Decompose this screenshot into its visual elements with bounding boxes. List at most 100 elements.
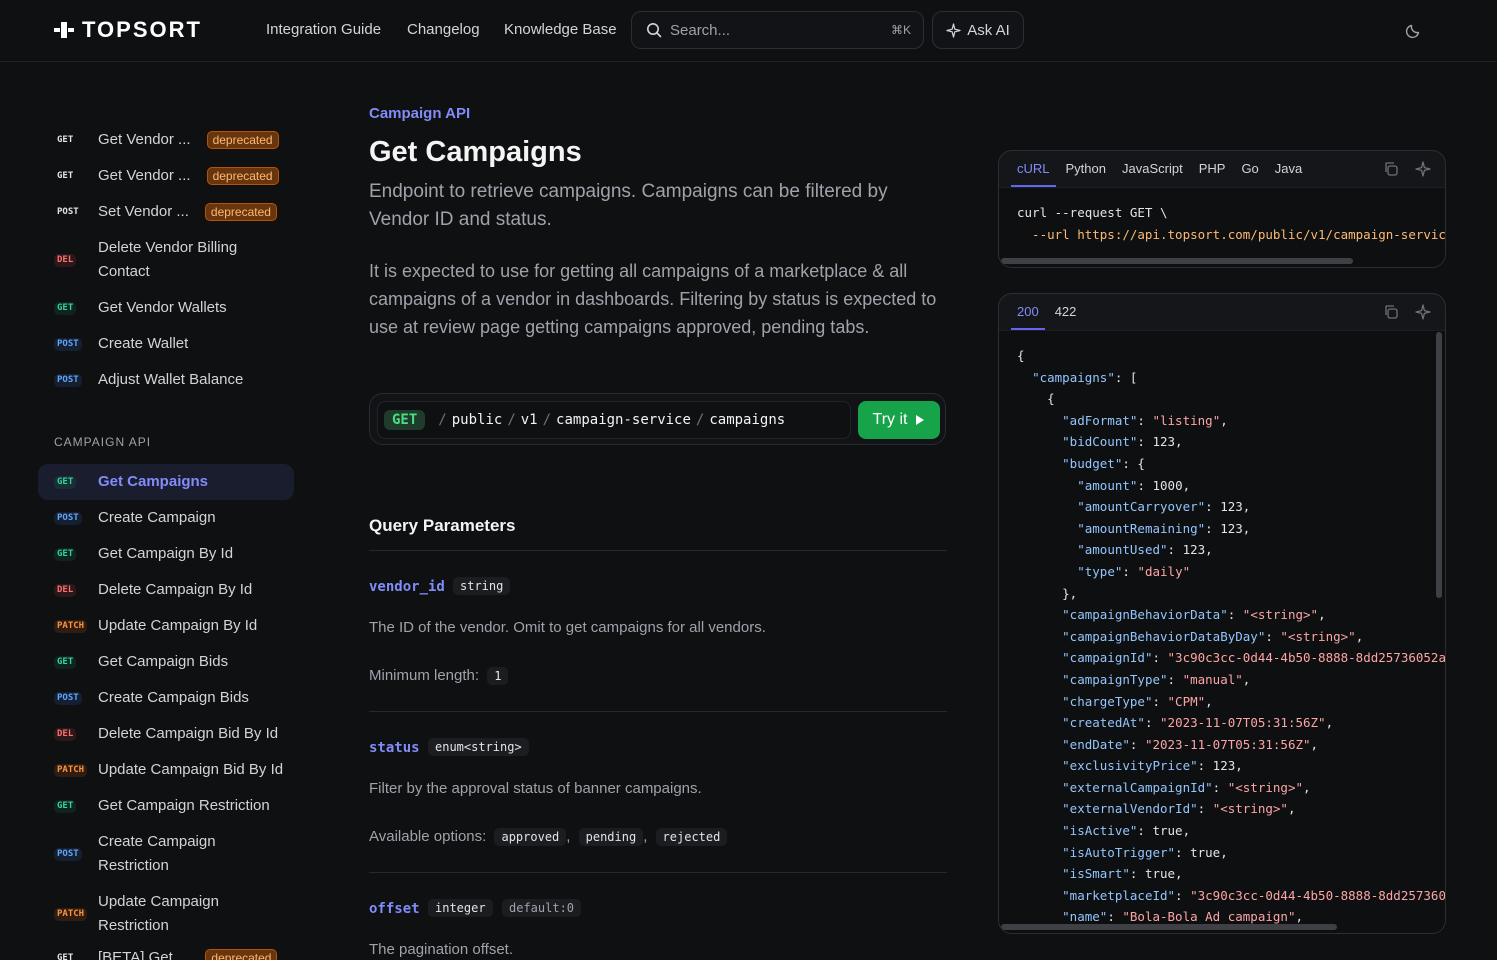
page-description-detail: It is expected to use for getting all ca… <box>369 261 937 337</box>
deprecated-badge: deprecated <box>206 167 279 185</box>
method-badge: PATCH <box>38 619 88 633</box>
sidebar-item-delete-campaign-by-id[interactable]: DEL Delete Campaign By Id <box>38 578 294 602</box>
tab-curl[interactable]: cURL <box>1011 151 1056 187</box>
code-line: "bidCount": 123, <box>1062 434 1183 450</box>
sidebar-item-get-vendor-1[interactable]: GET Get Vendor ... deprecated <box>38 128 294 152</box>
code-line: { <box>1017 391 1055 407</box>
method-badge: DEL <box>38 253 82 267</box>
param-options: Available options: approved, pending, re… <box>369 828 728 846</box>
moon-icon[interactable] <box>1404 20 1424 40</box>
sidebar-item-update-campaign-restriction[interactable]: PATCH Update Campaign Restriction <box>38 890 294 938</box>
sidebar-item-label: Create Campaign Restriction <box>98 833 216 874</box>
method-badge: DEL <box>38 727 82 741</box>
deprecated-badge: deprecated <box>206 131 279 149</box>
method-badge: GET <box>38 655 82 669</box>
tab-422[interactable]: 422 <box>1049 294 1083 330</box>
sidebar-item-label: Set Vendor ... <box>98 203 189 220</box>
breadcrumb[interactable]: Campaign API <box>369 105 470 122</box>
horizontal-scrollbar[interactable] <box>1001 924 1337 930</box>
topsort-logo[interactable]: TOPSORT <box>54 17 202 42</box>
copy-icon[interactable] <box>1383 161 1399 177</box>
sidebar-item-get-campaign-bids[interactable]: GET Get Campaign Bids <box>38 650 294 674</box>
vertical-scrollbar[interactable] <box>1436 332 1442 598</box>
copy-icon[interactable] <box>1383 304 1399 320</box>
method-badge: POST <box>38 691 82 705</box>
code-line: "amountCarryover": 123, <box>1077 499 1251 515</box>
param-description: The pagination offset. <box>369 941 513 958</box>
param-type: integer <box>428 899 493 917</box>
request-language-tabs: cURL Python JavaScript PHP Go Java <box>999 151 1445 187</box>
code-line: "isAutoTrigger": true, <box>1062 844 1228 860</box>
sidebar-item-update-campaign-bid-by-id[interactable]: PATCH Update Campaign Bid By Id <box>38 758 294 782</box>
method-badge: GET <box>38 547 82 561</box>
sparkle-icon[interactable] <box>1415 161 1431 177</box>
method-badge: GET <box>38 799 82 813</box>
tab-javascript[interactable]: JavaScript <box>1116 151 1189 187</box>
request-code-block: curl --request GET \ --url https://api.t… <box>999 187 1445 267</box>
code-line: "chargeType": "CPM", <box>1062 693 1213 709</box>
sidebar-item-label: Delete Campaign Bid By Id <box>98 725 279 742</box>
endpoint-url[interactable]: GET / public / v1/campaign-service / campaign… <box>377 401 851 439</box>
code-line: "exclusivityPrice": 123, <box>1062 758 1243 774</box>
divider <box>369 711 947 712</box>
param-name-status[interactable]: status <box>369 740 420 756</box>
sidebar-item-label: Update Campaign By Id <box>98 617 258 634</box>
endpoint-bar: GET / public / v1/campaign-service / campaign… <box>369 393 946 445</box>
sidebar-item-create-campaign[interactable]: POST Create Campaign <box>38 506 294 530</box>
method-badge: POST <box>38 847 82 861</box>
method-badge: POST <box>38 337 82 351</box>
sidebar-item-set-vendor[interactable]: POST Set Vendor ... deprecated <box>38 200 294 224</box>
sidebar-item-label: Get Campaign Bids <box>98 653 229 670</box>
nav-knowledge-base[interactable]: Knowledge Base <box>504 21 617 38</box>
tab-200[interactable]: 200 <box>1011 294 1045 330</box>
search-bar[interactable]: Search... ⌘K <box>631 11 924 49</box>
play-icon <box>916 415 925 425</box>
param-name-vendor-id[interactable]: vendor_id <box>369 579 445 595</box>
endpoint-method: GET <box>384 410 426 430</box>
tab-python[interactable]: Python <box>1060 151 1112 187</box>
search-placeholder: Search... <box>670 21 731 39</box>
page-description: Endpoint to retrieve campaigns. Campaign… <box>369 181 888 230</box>
sidebar-item-delete-vendor-billing-contact[interactable]: DEL Delete Vendor Billing Contact <box>38 236 294 284</box>
tab-java[interactable]: Java <box>1269 151 1308 187</box>
sidebar-item-create-campaign-bids[interactable]: POST Create Campaign Bids <box>38 686 294 710</box>
try-it-button[interactable]: Try it <box>858 401 940 439</box>
sidebar-item-label: Delete Campaign By Id <box>98 581 253 598</box>
ask-ai-button[interactable]: Ask AI <box>932 11 1024 49</box>
sidebar: GET Get Vendor ... deprecated GET Get Ve… <box>38 62 298 960</box>
divider <box>369 550 947 551</box>
sidebar-item-create-wallet[interactable]: POST Create Wallet <box>38 332 294 356</box>
param-name-offset[interactable]: offset <box>369 901 420 917</box>
deprecated-badge: deprecated <box>205 949 278 960</box>
sparkle-icon[interactable] <box>1415 304 1431 320</box>
sidebar-item-beta-get[interactable]: GET [BETA] Get ... deprecated <box>38 946 294 960</box>
sidebar-item-create-campaign-restriction[interactable]: POST Create Campaign Restriction <box>38 830 294 878</box>
sidebar-item-adjust-wallet-balance[interactable]: POST Adjust Wallet Balance <box>38 368 294 392</box>
sidebar-item-update-campaign-by-id[interactable]: PATCH Update Campaign By Id <box>38 614 294 638</box>
code-line: "campaignBehaviorDataByDay": "<string>", <box>1062 628 1364 644</box>
tab-go[interactable]: Go <box>1235 151 1264 187</box>
sidebar-item-get-vendor-2[interactable]: GET Get Vendor ... deprecated <box>38 164 294 188</box>
sidebar-item-label: Adjust Wallet Balance <box>98 371 244 388</box>
horizontal-scrollbar[interactable] <box>1001 258 1353 264</box>
nav-changelog[interactable]: Changelog <box>407 21 480 38</box>
tab-php[interactable]: PHP <box>1193 151 1232 187</box>
nav-integration-guide[interactable]: Integration Guide <box>266 21 381 38</box>
sidebar-item-label: [BETA] Get ... <box>98 949 190 960</box>
search-icon <box>647 23 662 38</box>
sidebar-item-delete-campaign-bid-by-id[interactable]: DEL Delete Campaign Bid By Id <box>38 722 294 746</box>
code-line: "campaigns": [ <box>1032 369 1138 385</box>
code-line: --url https://api.topsort.com/public/v1/… <box>1017 226 1445 242</box>
sidebar-item-get-campaign-by-id[interactable]: GET Get Campaign By Id <box>38 542 294 566</box>
query-parameters-title: Query Parameters <box>369 516 516 535</box>
code-line: "endDate": "2023-11-07T05:31:56Z", <box>1062 736 1319 752</box>
divider <box>369 872 947 873</box>
sidebar-item-get-campaign-restriction[interactable]: GET Get Campaign Restriction <box>38 794 294 818</box>
code-line: "adFormat": "listing", <box>1062 412 1228 428</box>
sidebar-item-get-campaigns[interactable]: GET Get Campaigns <box>38 464 294 500</box>
ask-ai-label: Ask AI <box>967 21 1010 39</box>
code-line: "type": "daily" <box>1077 563 1191 579</box>
code-line: "budget": { <box>1062 455 1145 471</box>
sidebar-item-get-vendor-wallets[interactable]: GET Get Vendor Wallets <box>38 296 294 320</box>
code-line: "campaignType": "manual", <box>1062 671 1251 687</box>
